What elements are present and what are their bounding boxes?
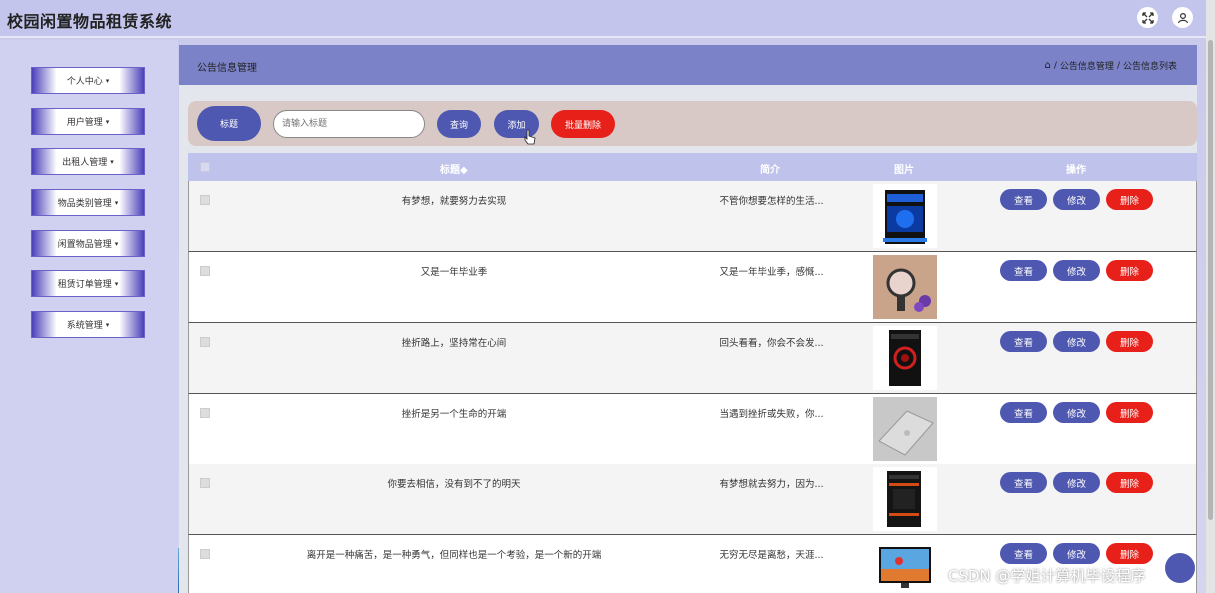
edit-button[interactable]: 修改 [1053,472,1100,493]
chevron-down-icon: ▾ [105,320,110,329]
sidebar-item-lessors[interactable]: 出租人管理 ▾ [31,148,145,175]
watermark: CSDN @学姐计算机毕设程序 [948,567,1146,585]
delete-button[interactable]: 删除 [1106,402,1153,423]
pc-case-thumbnail [873,467,937,531]
table-row: 你要去相信，没有到不了的明天 有梦想就去努力，因为... 查看 修改 删除 [188,464,1197,535]
chevron-down-icon: ▾ [114,198,119,207]
row-checkbox[interactable] [200,408,210,418]
edit-button[interactable]: 修改 [1053,189,1100,210]
row-title: 离开是一种痛苦，是一种勇气，但同样也是一个考验，是一个新的开端 [306,550,602,561]
row-title: 有梦想，就要努力去实现 [401,196,507,207]
row-checkbox[interactable] [200,478,210,488]
table-row: 挫折是另一个生命的开端 当遇到挫折或失败，你... 查看 修改 删除 [188,394,1197,465]
sidebar-item-label: 系统管理 [66,321,103,331]
user-icon[interactable] [1172,7,1193,28]
column-header-image: 图片 [894,165,914,176]
row-title: 又是一年毕业季 [420,267,488,278]
sidebar-item-users[interactable]: 用户管理 ▾ [31,108,145,135]
chevron-down-icon: ▾ [105,117,110,126]
main-header: 公告信息管理 ⌂ / 公告信息管理 / 公告信息列表 [179,45,1197,85]
chevron-down-icon: ▾ [105,76,110,85]
sidebar-item-item-categories[interactable]: 物品类别管理 ▾ [31,189,145,216]
row-title: 你要去相信，没有到不了的明天 [387,479,521,490]
view-button[interactable]: 查看 [1000,260,1047,281]
row-checkbox[interactable] [200,337,210,347]
sidebar-item-label: 闲置物品管理 [57,240,112,250]
row-checkbox[interactable] [200,266,210,276]
row-intro: 回头看看，你会不会发... [719,338,824,349]
delete-button[interactable]: 删除 [1106,331,1153,352]
chevron-down-icon: ▾ [114,239,119,248]
sidebar-item-label: 用户管理 [66,118,103,128]
sidebar-item-personal-center[interactable]: 个人中心 ▾ [31,67,145,94]
select-all-checkbox[interactable] [200,162,210,172]
top-bar: 校园闲置物品租赁系统 [0,0,1215,38]
column-header-actions: 操作 [1066,165,1086,176]
page-title: 公告信息管理 [197,63,257,74]
home-icon[interactable]: ⌂ [1045,60,1051,71]
table-row: 又是一年毕业季 又是一年毕业季，感慨... 查看 修改 删除 [188,252,1197,323]
table-row: 有梦想，就要努力去实现 不管你想要怎样的生活... 查看 修改 删除 [188,181,1197,252]
edit-button[interactable]: 修改 [1053,260,1100,281]
chevron-down-icon: ▾ [114,279,119,288]
sidebar-item-label: 租赁订单管理 [57,280,112,290]
row-intro: 当遇到挫折或失败，你... [719,409,824,420]
row-title: 挫折是另一个生命的开端 [401,409,507,420]
title-filter-label: 标题 [197,106,261,141]
pointer-cursor-icon [524,129,536,149]
edit-button[interactable]: 修改 [1053,331,1100,352]
breadcrumb-item: 公告信息列表 [1122,62,1177,72]
sidebar-item-label: 个人中心 [66,77,103,87]
view-button[interactable]: 查看 [1000,331,1047,352]
breadcrumb: ⌂ / 公告信息管理 / 公告信息列表 [1045,59,1177,72]
sidebar-item-idle-items[interactable]: 闲置物品管理 ▾ [31,230,145,257]
row-intro: 无穷无尽是离愁，天涯... [719,550,824,561]
view-button[interactable]: 查看 [1000,543,1047,564]
view-button[interactable]: 查看 [1000,402,1047,423]
delete-button[interactable]: 删除 [1106,260,1153,281]
app-title: 校园闲置物品租赁系统 [7,12,173,31]
column-header-title[interactable]: 标题◆ [440,161,468,176]
breadcrumb-item[interactable]: 公告信息管理 [1060,59,1114,72]
row-intro: 又是一年毕业季，感慨... [719,267,824,278]
delete-button[interactable]: 删除 [1106,472,1153,493]
title-search-input[interactable] [273,110,425,138]
back-to-top-button[interactable] [1165,553,1195,583]
watch-thumbnail [873,255,937,319]
sidebar-item-system[interactable]: 系统管理 ▾ [31,311,145,338]
row-intro: 有梦想就去努力，因为... [719,479,824,490]
delete-button[interactable]: 删除 [1106,189,1153,210]
delete-button[interactable]: 删除 [1106,543,1153,564]
view-button[interactable]: 查看 [1000,189,1047,210]
sidebar-item-rental-orders[interactable]: 租赁订单管理 ▾ [31,270,145,297]
sidebar-item-label: 出租人管理 [62,158,108,168]
query-button[interactable]: 查询 [437,110,481,138]
breadcrumb-separator: / [1116,60,1120,71]
edit-button[interactable]: 修改 [1053,402,1100,423]
row-checkbox[interactable] [200,549,210,559]
tv-thumbnail [873,538,937,593]
table-header: 标题◆ 简介 图片 操作 [188,153,1197,181]
row-checkbox[interactable] [200,195,210,205]
edit-button[interactable]: 修改 [1053,543,1100,564]
row-title: 挫折路上，坚持常在心间 [401,338,507,349]
pc-case-thumbnail [873,184,937,248]
column-header-intro: 简介 [760,165,780,176]
chevron-down-icon: ▾ [110,157,114,166]
view-button[interactable]: 查看 [1000,472,1047,493]
pc-case-thumbnail [873,326,937,390]
scrollbar-thumb[interactable] [1208,40,1213,520]
row-intro: 不管你想要怎样的生活... [719,196,824,207]
batch-delete-button[interactable]: 批量删除 [551,110,615,138]
table-row: 挫折路上，坚持常在心间 回头看看，你会不会发... 查看 修改 删除 [188,323,1197,394]
sidebar-item-label: 物品类别管理 [57,199,112,209]
expand-icon[interactable] [1137,7,1158,28]
breadcrumb-separator: / [1053,60,1057,71]
laptop-thumbnail [873,397,937,461]
